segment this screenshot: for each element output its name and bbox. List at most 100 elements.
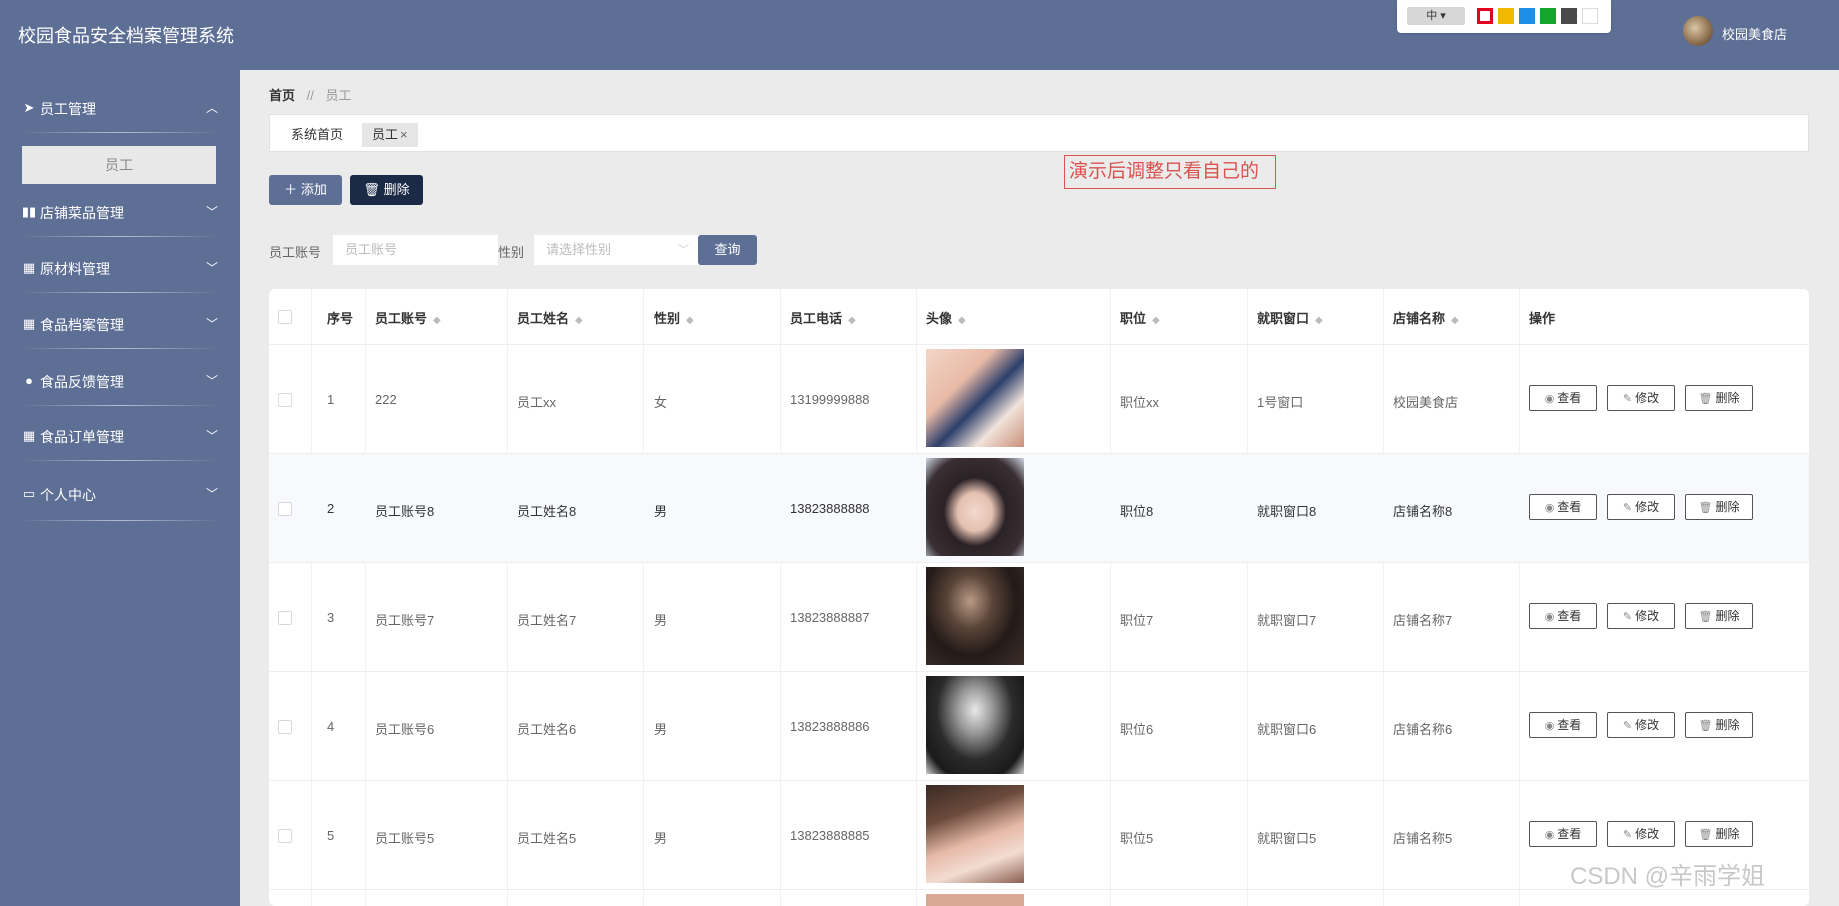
sidebar-subitem-staff[interactable]: 员工 <box>22 146 216 184</box>
column-header-position[interactable]: 职位 ◆ <box>1120 308 1160 327</box>
sidebar-item-feedback[interactable]: ● 食品反馈管理 ﹀ <box>0 361 240 401</box>
edit-button[interactable]: ✎ 修改 <box>1607 603 1675 629</box>
row-checkbox[interactable] <box>278 611 292 625</box>
cell-name: 员工姓名5 <box>517 831 577 846</box>
delete-button-label: 删除 <box>383 182 410 197</box>
cell-name: 员工姓名6 <box>517 722 577 737</box>
row-checkbox[interactable] <box>278 720 292 734</box>
column-header-label: 头像 <box>926 311 953 326</box>
row-checkbox[interactable] <box>278 393 292 407</box>
theme-swatch-dark[interactable] <box>1561 8 1577 24</box>
user-name[interactable]: 校园美食店 <box>1722 24 1787 43</box>
eye-icon: ◉ <box>1544 393 1555 405</box>
delete-button[interactable]: 🗑 删除 <box>350 175 423 205</box>
sidebar-item-food-records[interactable]: ▦ 食品档案管理 ﹀ <box>0 304 240 344</box>
column-header-actions: 操作 <box>1529 311 1556 326</box>
row-delete-button[interactable]: 🗑 删除 <box>1685 603 1753 629</box>
top-header: 校园食品安全档案管理系统 中 ▾ 校园美食店 <box>0 0 1839 70</box>
eye-icon: ◉ <box>1544 720 1555 732</box>
avatar-photo[interactable] <box>926 785 1024 883</box>
column-header-avatar[interactable]: 头像 ◆ <box>926 308 966 327</box>
user-avatar[interactable] <box>1683 16 1713 46</box>
table-icon: ▦ <box>22 316 36 331</box>
account-filter-input[interactable]: 员工账号 <box>333 235 498 265</box>
view-button[interactable]: ◉ 查看 <box>1529 603 1597 629</box>
view-button-label: 查看 <box>1557 391 1582 405</box>
sidebar-item-label: 个人中心 <box>40 487 96 503</box>
cell-account: 员工账号8 <box>375 504 435 519</box>
annotation-note: 演示后调整只看自己的 <box>1064 155 1276 189</box>
view-button[interactable]: ◉ 查看 <box>1529 494 1597 520</box>
edit-button[interactable]: ✎ 修改 <box>1607 385 1675 411</box>
staff-table: 序号 员工账号 ◆ 员工姓名 ◆ 性别 ◆ 员工电话 ◆ 头像 ◆ 职位 ◆ 就职窗口 ◆ 店… <box>269 289 1809 906</box>
table-row: 4 员工账号6 员工姓名6 男 13823888886 职位6 就职窗口6 店铺… <box>269 672 1809 781</box>
edit-button[interactable]: ✎ 修改 <box>1607 494 1675 520</box>
trash-icon: 🗑 <box>1698 829 1713 841</box>
gender-filter-select[interactable]: 请选择性别 ﹀ <box>534 235 699 265</box>
row-delete-button[interactable]: 🗑 删除 <box>1685 385 1753 411</box>
column-header-account[interactable]: 员工账号 ◆ <box>375 308 441 327</box>
view-button[interactable]: ◉ 查看 <box>1529 712 1597 738</box>
tab-home[interactable]: 系统首页 <box>281 123 353 147</box>
breadcrumb-current: 员工 <box>325 88 352 103</box>
watermark: CSDN @辛雨学姐 <box>1570 863 1766 890</box>
divider <box>20 348 220 349</box>
avatar-photo[interactable] <box>926 676 1024 774</box>
sidebar-item-staff[interactable]: ➤ 员工管理 ︿ <box>0 88 240 128</box>
sidebar-item-orders[interactable]: ▦ 食品订单管理 ﹀ <box>0 416 240 456</box>
edit-button[interactable]: ✎ 修改 <box>1607 821 1675 847</box>
view-button[interactable]: ◉ 查看 <box>1529 821 1597 847</box>
chevron-down-icon: ﹀ <box>205 374 218 388</box>
cell-window: 就职窗口5 <box>1257 831 1317 846</box>
theme-swatch-red[interactable] <box>1477 8 1493 24</box>
account-filter-label: 员工账号 <box>269 245 322 260</box>
row-delete-button[interactable]: 🗑 删除 <box>1685 494 1753 520</box>
theme-swatch-white[interactable] <box>1582 8 1598 24</box>
edit-button-label: 修改 <box>1635 827 1660 841</box>
view-button[interactable]: ◉ 查看 <box>1529 385 1597 411</box>
row-checkbox[interactable] <box>278 502 292 516</box>
theme-swatch-yellow[interactable] <box>1498 8 1514 24</box>
sort-icon: ◆ <box>1315 315 1323 326</box>
language-select[interactable]: 中 ▾ <box>1407 7 1465 25</box>
cell-window: 就职窗口7 <box>1257 613 1317 628</box>
sidebar-item-materials[interactable]: ▦ 原材料管理 ﹀ <box>0 248 240 288</box>
query-button[interactable]: 查询 <box>698 235 757 265</box>
trash-icon: 🗑 <box>1698 611 1713 623</box>
column-header-window[interactable]: 就职窗口 ◆ <box>1257 308 1323 327</box>
column-header-phone[interactable]: 员工电话 ◆ <box>790 308 856 327</box>
row-delete-button[interactable]: 🗑 删除 <box>1685 821 1753 847</box>
row-delete-button[interactable]: 🗑 删除 <box>1685 712 1753 738</box>
eye-icon: ◉ <box>1544 611 1555 623</box>
avatar-photo[interactable] <box>926 349 1024 447</box>
avatar-photo[interactable] <box>926 458 1024 556</box>
column-header-shop[interactable]: 店铺名称 ◆ <box>1393 308 1459 327</box>
column-header-name[interactable]: 员工姓名 ◆ <box>517 308 583 327</box>
add-button[interactable]: ＋ 添加 <box>269 175 342 205</box>
avatar-photo[interactable] <box>926 567 1024 665</box>
sort-icon: ◆ <box>958 315 966 326</box>
row-checkbox[interactable] <box>278 829 292 843</box>
chevron-down-icon: ﹀ <box>205 429 218 443</box>
cell-position: 职位6 <box>1120 722 1154 737</box>
column-header-gender[interactable]: 性别 ◆ <box>654 308 694 327</box>
cell-account: 员工账号5 <box>375 831 435 846</box>
chevron-down-icon: ﹀ <box>205 205 218 219</box>
cell-no: 4 <box>327 719 335 734</box>
cell-position: 职位5 <box>1120 831 1154 846</box>
sidebar-item-shop-dishes[interactable]: ▮▮ 店铺菜品管理 ﹀ <box>0 192 240 232</box>
send-icon: ➤ <box>23 100 35 115</box>
cell-position: 职位xx <box>1120 395 1160 410</box>
pencil-icon: ✎ <box>1622 611 1633 623</box>
edit-button[interactable]: ✎ 修改 <box>1607 712 1675 738</box>
close-icon[interactable]: × <box>400 127 408 142</box>
cell-gender: 男 <box>654 831 668 846</box>
theme-swatch-green[interactable] <box>1540 8 1556 24</box>
trash-icon: 🗑 <box>1698 720 1713 732</box>
theme-swatch-blue[interactable] <box>1519 8 1535 24</box>
select-all-checkbox[interactable] <box>278 310 292 324</box>
tab-staff[interactable]: 员工 × <box>362 123 418 147</box>
theme-switcher: 中 ▾ <box>1397 0 1611 33</box>
sidebar-item-profile[interactable]: ▭ 个人中心 ﹀ <box>0 474 240 514</box>
breadcrumb-home[interactable]: 首页 <box>269 88 295 103</box>
